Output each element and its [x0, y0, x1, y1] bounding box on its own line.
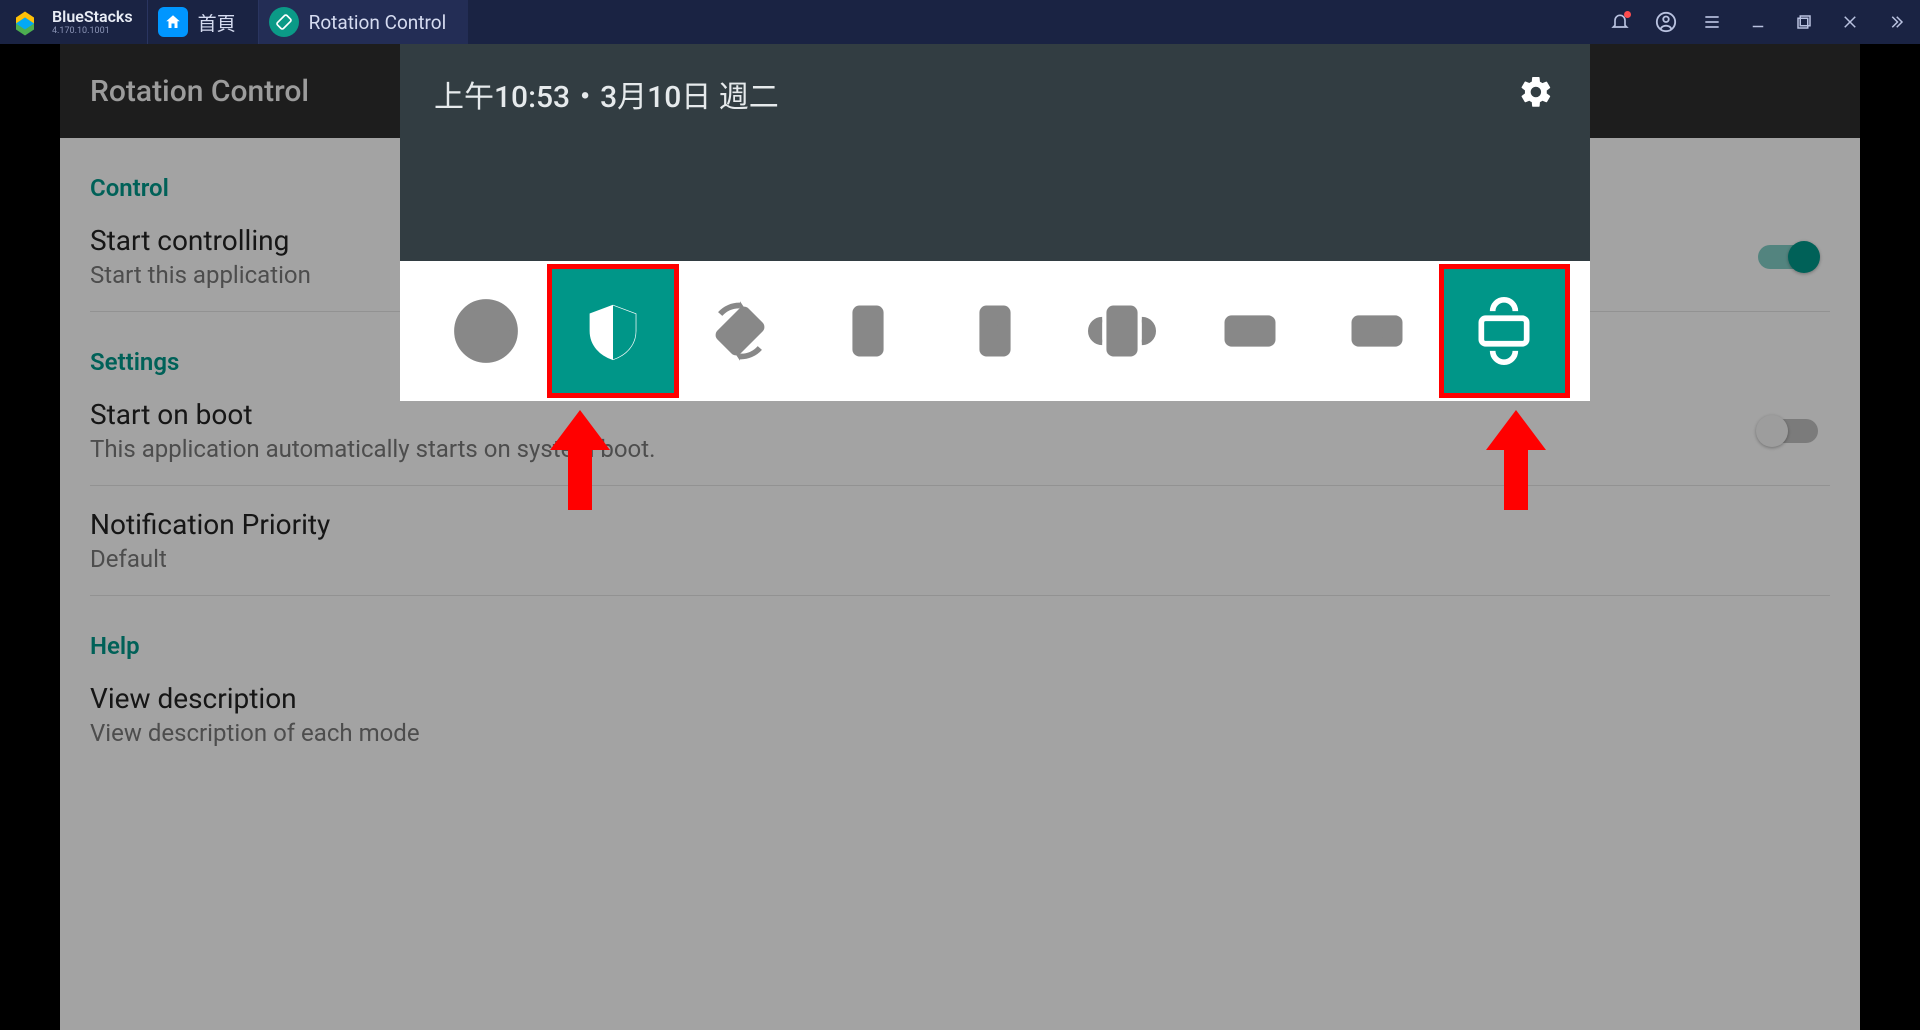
- svg-text:R: R: [988, 317, 1003, 344]
- mode-portrait-sensor[interactable]: [1059, 266, 1186, 396]
- mode-auto-rotate[interactable]: [422, 266, 549, 396]
- notifications-icon[interactable]: [1608, 10, 1632, 34]
- notification-shade: 上午10:53・3月10日 週二 R R: [400, 44, 1590, 401]
- tab-home[interactable]: 首頁: [147, 0, 258, 44]
- settings-gear-icon[interactable]: [1516, 72, 1556, 112]
- mode-landscape-reverse[interactable]: R: [1313, 266, 1440, 396]
- shade-header: 上午10:53・3月10日 週二: [400, 44, 1590, 261]
- tab-label: 首頁: [198, 9, 236, 36]
- bluestacks-logo-icon: [10, 4, 46, 40]
- maximize-icon[interactable]: [1792, 10, 1816, 34]
- mode-landscape[interactable]: [1186, 266, 1313, 396]
- brand-version: 4.170.10.1001: [52, 27, 133, 36]
- tab-rotation-control[interactable]: Rotation Control: [258, 0, 469, 44]
- mode-landscape-sensor[interactable]: [1441, 266, 1568, 396]
- rotation-app-icon: [269, 7, 299, 37]
- home-icon: [158, 7, 188, 37]
- tab-label: Rotation Control: [309, 11, 447, 34]
- svg-text:R: R: [1371, 320, 1384, 343]
- close-icon[interactable]: [1838, 10, 1862, 34]
- bluestacks-titlebar: BlueStacks 4.170.10.1001 首頁 Rotation Con…: [0, 0, 1920, 44]
- mode-guard[interactable]: [549, 266, 676, 396]
- minimize-icon[interactable]: [1746, 10, 1770, 34]
- tab-bar: 首頁 Rotation Control: [147, 0, 469, 44]
- bluestacks-brand: BlueStacks 4.170.10.1001: [52, 9, 133, 36]
- account-icon[interactable]: [1654, 10, 1678, 34]
- mode-auto-rotate-alt[interactable]: [677, 266, 804, 396]
- shade-time-date: 上午10:53・3月10日 週二: [434, 72, 779, 116]
- mode-portrait[interactable]: [804, 266, 931, 396]
- notification-badge: [1624, 11, 1631, 18]
- annotation-arrow-right: [1484, 410, 1548, 510]
- rotation-mode-row: R R: [400, 261, 1590, 401]
- titlebar-controls: [1608, 0, 1908, 44]
- mode-portrait-reverse[interactable]: R: [931, 266, 1058, 396]
- annotation-arrow-left: [548, 410, 612, 510]
- expand-sidebar-icon[interactable]: [1884, 10, 1908, 34]
- menu-icon[interactable]: [1700, 10, 1724, 34]
- brand-name: BlueStacks: [52, 9, 133, 25]
